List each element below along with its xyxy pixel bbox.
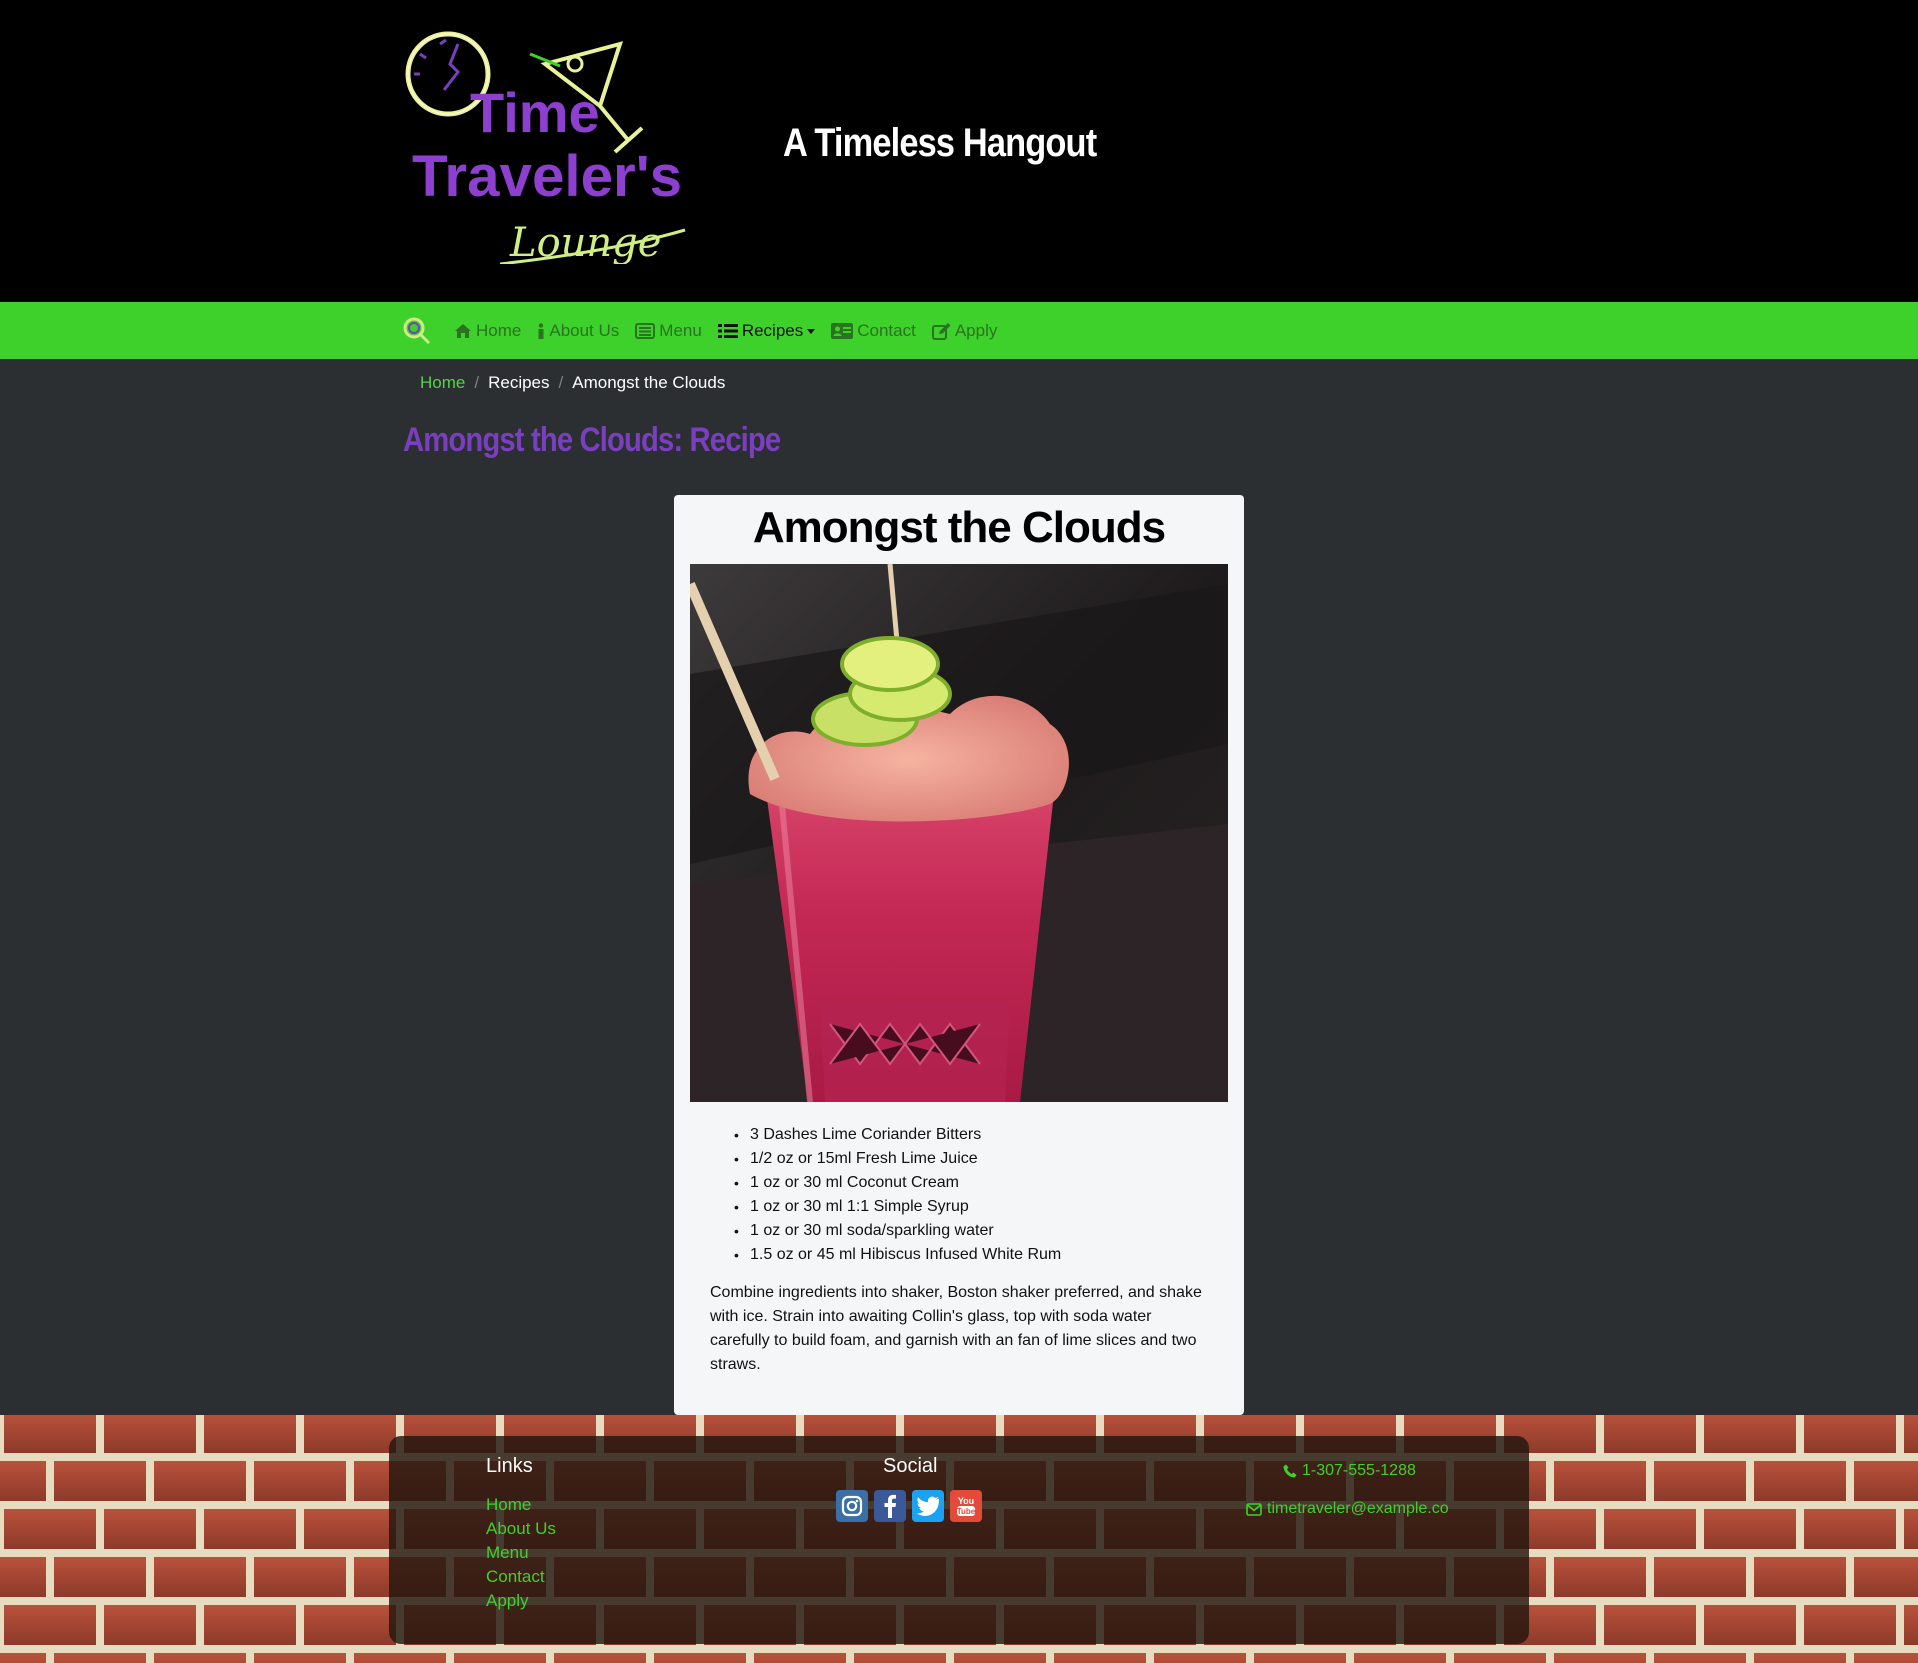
footer-links: Home About Us Menu Contact Apply bbox=[486, 1493, 556, 1613]
ingredients-list: 3 Dashes Lime Coriander Bitters 1/2 oz o… bbox=[734, 1123, 1061, 1267]
nav-item-label: Menu bbox=[659, 321, 702, 340]
page-title: Amongst the Clouds: Recipe bbox=[403, 421, 781, 459]
footer-links-title: Links bbox=[486, 1455, 533, 1477]
svg-text:Tube: Tube bbox=[957, 1507, 976, 1516]
nav-item-contact[interactable]: Contact bbox=[831, 321, 916, 341]
info-icon bbox=[538, 322, 544, 339]
facebook-icon[interactable] bbox=[874, 1490, 906, 1522]
list-item: 1.5 oz or 45 ml Hibiscus Infused White R… bbox=[734, 1243, 1061, 1267]
cocktail-photo bbox=[690, 564, 1228, 1102]
list-alt-icon bbox=[635, 323, 656, 339]
phone-number: 1-307-555-1288 bbox=[1302, 1462, 1416, 1479]
list-item: 1 oz or 30 ml Coconut Cream bbox=[734, 1171, 1061, 1195]
breadcrumb: Home / Recipes / Amongst the Clouds bbox=[420, 373, 725, 393]
breadcrumb-separator: / bbox=[474, 373, 480, 392]
social-links: You Tube bbox=[836, 1490, 982, 1522]
search-icon[interactable] bbox=[402, 316, 432, 346]
footer-link-about-us[interactable]: About Us bbox=[486, 1517, 556, 1541]
footer-social-title: Social bbox=[883, 1455, 938, 1477]
logo-time-text: Time bbox=[470, 81, 600, 144]
logo-travelers-text: Traveler's bbox=[412, 144, 682, 209]
footer-link-home[interactable]: Home bbox=[486, 1493, 556, 1517]
list-item: 3 Dashes Lime Coriander Bitters bbox=[734, 1123, 1061, 1147]
list-item: 1 oz or 30 ml 1:1 Simple Syrup bbox=[734, 1195, 1061, 1219]
breadcrumb-current: Amongst the Clouds bbox=[572, 373, 726, 392]
footer-link-contact[interactable]: Contact bbox=[486, 1565, 556, 1589]
nav-item-label: Home bbox=[476, 321, 522, 340]
site-logo[interactable]: Time Traveler's Lounge bbox=[400, 24, 690, 264]
nav-item-apply[interactable]: Apply bbox=[931, 321, 998, 341]
breadcrumb-separator: / bbox=[558, 373, 564, 392]
site-footer: Links Home About Us Menu Contact Apply S… bbox=[0, 1415, 1918, 1663]
recipe-instructions: Combine ingredients into shaker, Boston … bbox=[710, 1284, 1202, 1373]
recipe-title: Amongst the Clouds bbox=[752, 503, 1166, 552]
nav-item-label: About Us bbox=[549, 321, 620, 340]
nav-item-home[interactable]: Home bbox=[454, 321, 521, 341]
home-icon bbox=[455, 324, 471, 338]
twitter-icon[interactable] bbox=[912, 1490, 944, 1522]
instagram-icon[interactable] bbox=[836, 1490, 868, 1522]
breadcrumb-home-link[interactable]: Home bbox=[420, 373, 465, 393]
recipe-card: Amongst the Clouds • 3 Dashes Lime Coria… bbox=[674, 495, 1244, 1415]
footer-link-apply[interactable]: Apply bbox=[486, 1589, 556, 1613]
nav-item-label: Recipes bbox=[741, 321, 804, 340]
svg-text:You: You bbox=[958, 1496, 974, 1506]
phone-icon bbox=[1283, 1464, 1297, 1478]
email-address: timetraveler@example.co bbox=[1267, 1500, 1449, 1517]
youtube-icon[interactable]: You Tube bbox=[950, 1490, 982, 1522]
nav-item-menu[interactable]: Menu bbox=[635, 321, 702, 341]
list-icon bbox=[717, 324, 738, 338]
footer-email[interactable]: timetraveler@example.co bbox=[1246, 1500, 1449, 1518]
nav-item-recipes-dropdown[interactable]: Recipes bbox=[717, 321, 816, 341]
site-tagline: A Timeless Hangout bbox=[783, 121, 1097, 165]
list-item: 1/2 oz or 15ml Fresh Lime Juice bbox=[734, 1147, 1061, 1171]
footer-phone[interactable]: 1-307-555-1288 bbox=[1283, 1462, 1416, 1480]
nav-item-about-us[interactable]: About Us bbox=[537, 321, 619, 341]
site-header: Time Traveler's Lounge A Timeless Hangou… bbox=[0, 0, 1918, 302]
edit-icon bbox=[931, 322, 951, 340]
footer-panel: Links Home About Us Menu Contact Apply S… bbox=[389, 1436, 1529, 1644]
nav-item-label: Contact bbox=[857, 321, 916, 340]
chevron-down-icon bbox=[807, 328, 816, 334]
nav-item-label: Apply bbox=[954, 321, 998, 340]
list-item: 1 oz or 30 ml soda/sparkling water bbox=[734, 1219, 1061, 1243]
footer-link-menu[interactable]: Menu bbox=[486, 1541, 556, 1565]
breadcrumb-recipes: Recipes bbox=[488, 373, 550, 392]
address-card-icon bbox=[831, 323, 854, 339]
main-navbar: Home About Us Menu Recipes Contact Apply bbox=[0, 302, 1918, 359]
envelope-icon bbox=[1246, 1502, 1262, 1516]
